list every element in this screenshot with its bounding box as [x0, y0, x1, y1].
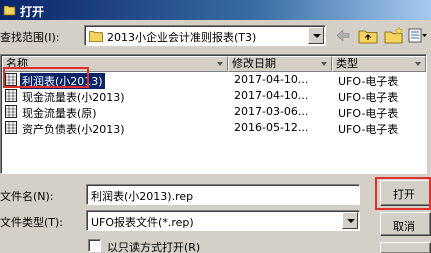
- file-row[interactable]: 利润表(小2013) 2017-04-10... UFO-电子表: [2, 72, 426, 89]
- look-in-combo[interactable]: 2013小企业会计准则报表(T3): [84, 25, 326, 46]
- file-row[interactable]: 现金流量表(小2013) 2017-04-10... UFO-电子表: [2, 88, 426, 104]
- file-type: UFO-电子表: [338, 75, 399, 88]
- look-in-label: 查找范围(I):: [0, 31, 60, 44]
- file-type-label: 文件类型(T):: [0, 216, 64, 229]
- file-type: UFO-电子表: [338, 91, 399, 104]
- file-type-select[interactable]: UFO报表文件(*.rep): [86, 210, 360, 231]
- sort-indicator-icon: [217, 62, 223, 66]
- file-date: 2017-03-06...: [234, 105, 309, 118]
- file-name: 现金流量表(小2013): [22, 91, 125, 104]
- file-type: UFO-电子表: [338, 123, 399, 136]
- spreadsheet-file-icon: [5, 121, 17, 134]
- window-title: 打开: [20, 5, 45, 19]
- file-name-label: 文件名(N):: [0, 190, 54, 203]
- column-header-modified[interactable]: 修改日期: [228, 56, 332, 72]
- spreadsheet-file-icon: [5, 73, 17, 86]
- cancel-button[interactable]: 取消: [380, 212, 431, 236]
- file-name: 资产负债表(小2013): [22, 123, 125, 136]
- new-folder-icon[interactable]: [383, 25, 405, 46]
- look-in-value: 2013小企业会计准则报表(T3): [107, 31, 257, 44]
- open-button[interactable]: 打开: [380, 180, 431, 206]
- file-type-dropdown-button[interactable]: [342, 212, 358, 229]
- folder-open-icon: [3, 5, 16, 16]
- file-name-input[interactable]: 利润表(小2013).rep: [86, 184, 360, 205]
- file-date: 2016-05-12...: [234, 121, 309, 134]
- column-header-type[interactable]: 类型: [332, 56, 426, 72]
- title-bar: 打开: [0, 0, 431, 20]
- file-date: 2017-04-10...: [234, 89, 309, 102]
- file-type: UFO-电子表: [338, 107, 399, 120]
- column-header-name[interactable]: 名称: [2, 56, 228, 72]
- help-button[interactable]: [380, 242, 431, 253]
- spreadsheet-file-icon: [5, 105, 17, 118]
- view-menu-icon[interactable]: [406, 25, 428, 46]
- back-arrow-icon[interactable]: [332, 25, 354, 46]
- spreadsheet-file-icon: [5, 89, 17, 102]
- file-name: 现金流量表(原): [22, 107, 97, 120]
- file-type-value: UFO报表文件(*.rep): [91, 216, 194, 229]
- file-row[interactable]: 资产负债表(小2013) 2016-05-12... UFO-电子表: [2, 120, 426, 136]
- look-in-dropdown-button[interactable]: [308, 27, 324, 44]
- read-only-checkbox[interactable]: [88, 239, 101, 252]
- sort-indicator-icon: [321, 62, 327, 66]
- folder-icon: [89, 31, 103, 42]
- up-folder-icon[interactable]: [357, 25, 379, 46]
- file-date: 2017-04-10...: [234, 73, 309, 86]
- file-list[interactable]: 名称 修改日期 类型 利润表(小2013) 2017-04-10... UFO-…: [0, 54, 427, 174]
- sort-indicator-icon: [415, 62, 421, 66]
- file-row[interactable]: 现金流量表(原) 2017-03-06... UFO-电子表: [2, 104, 426, 120]
- file-name: 利润表(小2013): [20, 73, 105, 89]
- read-only-label: 以只读方式打开(R): [107, 241, 201, 253]
